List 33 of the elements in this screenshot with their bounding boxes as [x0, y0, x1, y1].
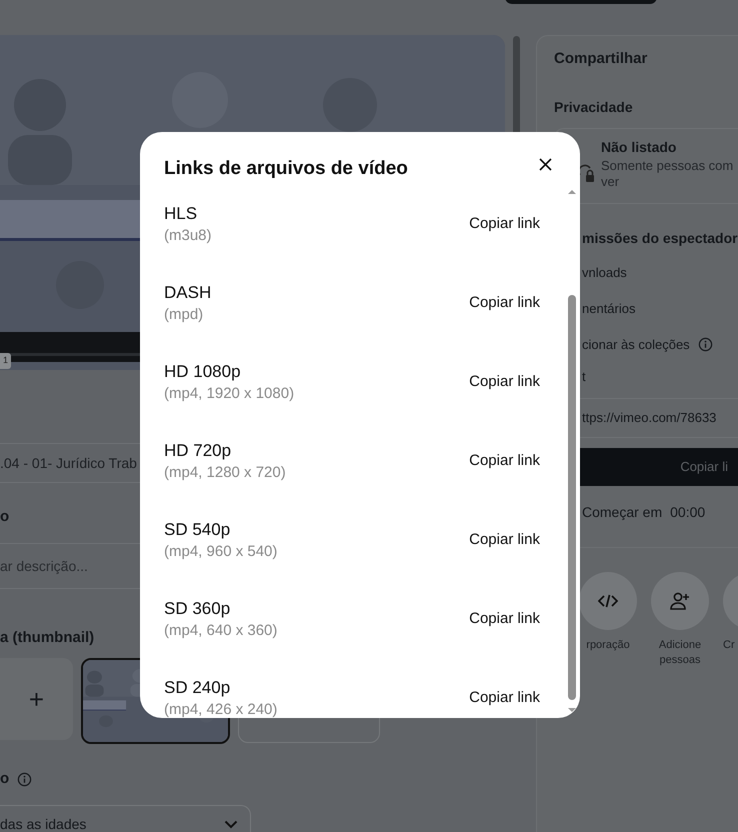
action-label: Adicione pessoas [658, 638, 702, 668]
file-format-detail: (mpd) [164, 305, 204, 326]
file-format-detail: (mp4, 960 x 540) [164, 542, 278, 562]
file-format-name: SD 360p [164, 598, 232, 620]
file-format-detail: (mp4, 1280 x 720) [164, 463, 286, 484]
action-label: Cr [723, 638, 735, 653]
action-label: rporação [586, 638, 630, 653]
time-badge: 1 [0, 353, 12, 368]
time-value: 00:00 [670, 503, 706, 522]
option-title: Não listado [601, 138, 678, 156]
permission-label: vnloads [582, 264, 627, 282]
file-format-detail: (mp4, 640 x 360) [164, 621, 278, 642]
field-label: Começar em [582, 503, 662, 522]
file-format-name: DASH [164, 282, 212, 304]
permission-label: cionar às coleções [582, 336, 690, 354]
option-description: Somente pessoas com ver [601, 158, 734, 192]
file-format-detail: (mp4, 426 x 240) [164, 700, 278, 718]
permission-label: nentários [582, 300, 636, 318]
file-format-detail: (m3u8) [164, 226, 212, 246]
file-format-name: SD 540p [164, 518, 232, 541]
file-format-name: HD 720p [164, 440, 232, 462]
panel-title: Compartilhar [554, 49, 648, 69]
section-label: Privacidade [554, 98, 633, 116]
field-label: o [0, 769, 10, 789]
section-label: t [581, 368, 586, 386]
file-format-name: HD 1080p [164, 360, 242, 383]
file-format-detail: (mp4, 1920 x 1080) [164, 384, 294, 404]
field-label: a (thumbnail) [0, 628, 94, 648]
field-label: o [0, 507, 10, 527]
modal-title: Links de arquivos de vídeo [164, 158, 408, 181]
file-format-name: HLS [164, 202, 198, 225]
section-label: missões do espectador [581, 228, 738, 248]
file-format-name: SD 240p [164, 676, 232, 699]
